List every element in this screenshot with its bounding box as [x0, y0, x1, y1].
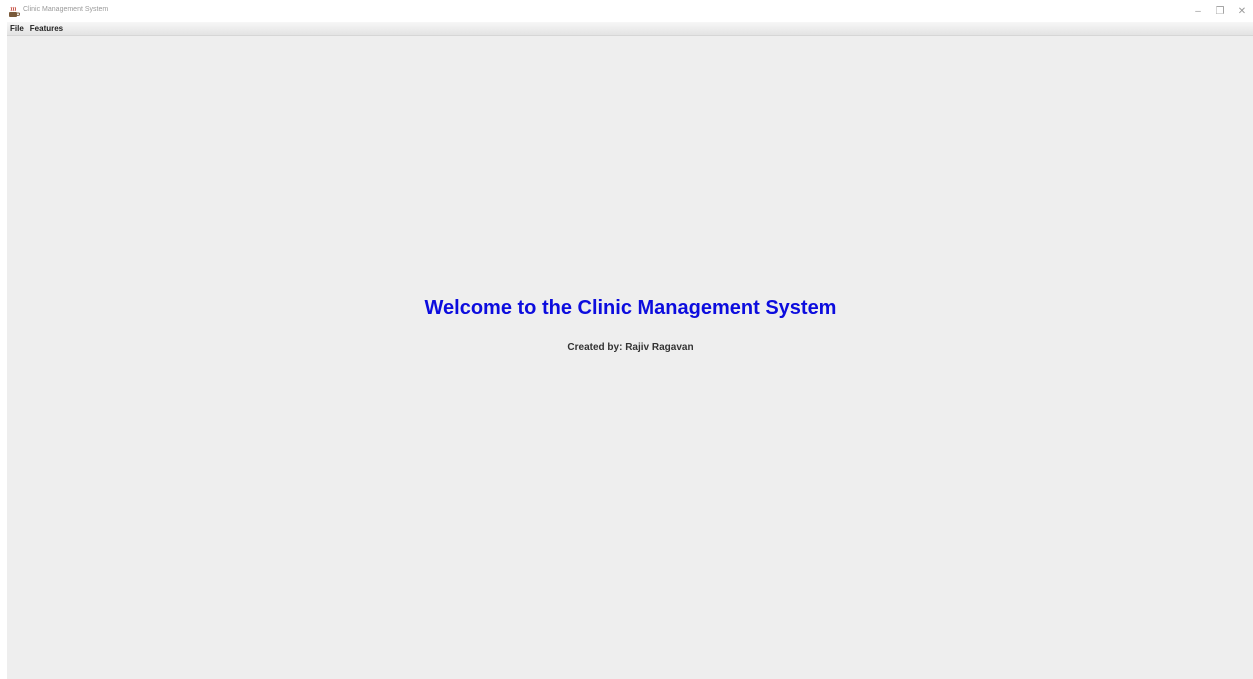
credit-label: Created by: Rajiv Ragavan [567, 342, 694, 353]
application-window: Clinic Management System – ❐ ✕ File Feat… [0, 0, 1253, 679]
close-icon: ✕ [1237, 5, 1247, 17]
menu-file[interactable]: File [7, 22, 27, 35]
restore-icon: ❐ [1215, 5, 1225, 17]
restore-button[interactable]: ❐ [1209, 0, 1231, 22]
menu-features[interactable]: Features [27, 22, 66, 35]
minimize-icon: – [1195, 5, 1201, 17]
minimize-button[interactable]: – [1187, 0, 1209, 22]
main-panel: Welcome to the Clinic Management System … [7, 36, 1253, 679]
title-bar[interactable]: Clinic Management System – ❐ ✕ [0, 0, 1253, 22]
close-button[interactable]: ✕ [1231, 0, 1253, 22]
welcome-heading: Welcome to the Clinic Management System [424, 297, 837, 319]
app-java-cup-icon [8, 5, 21, 17]
window-title: Clinic Management System [23, 6, 109, 13]
menu-bar: File Features [7, 22, 1253, 36]
window-controls: – ❐ ✕ [1187, 0, 1253, 22]
